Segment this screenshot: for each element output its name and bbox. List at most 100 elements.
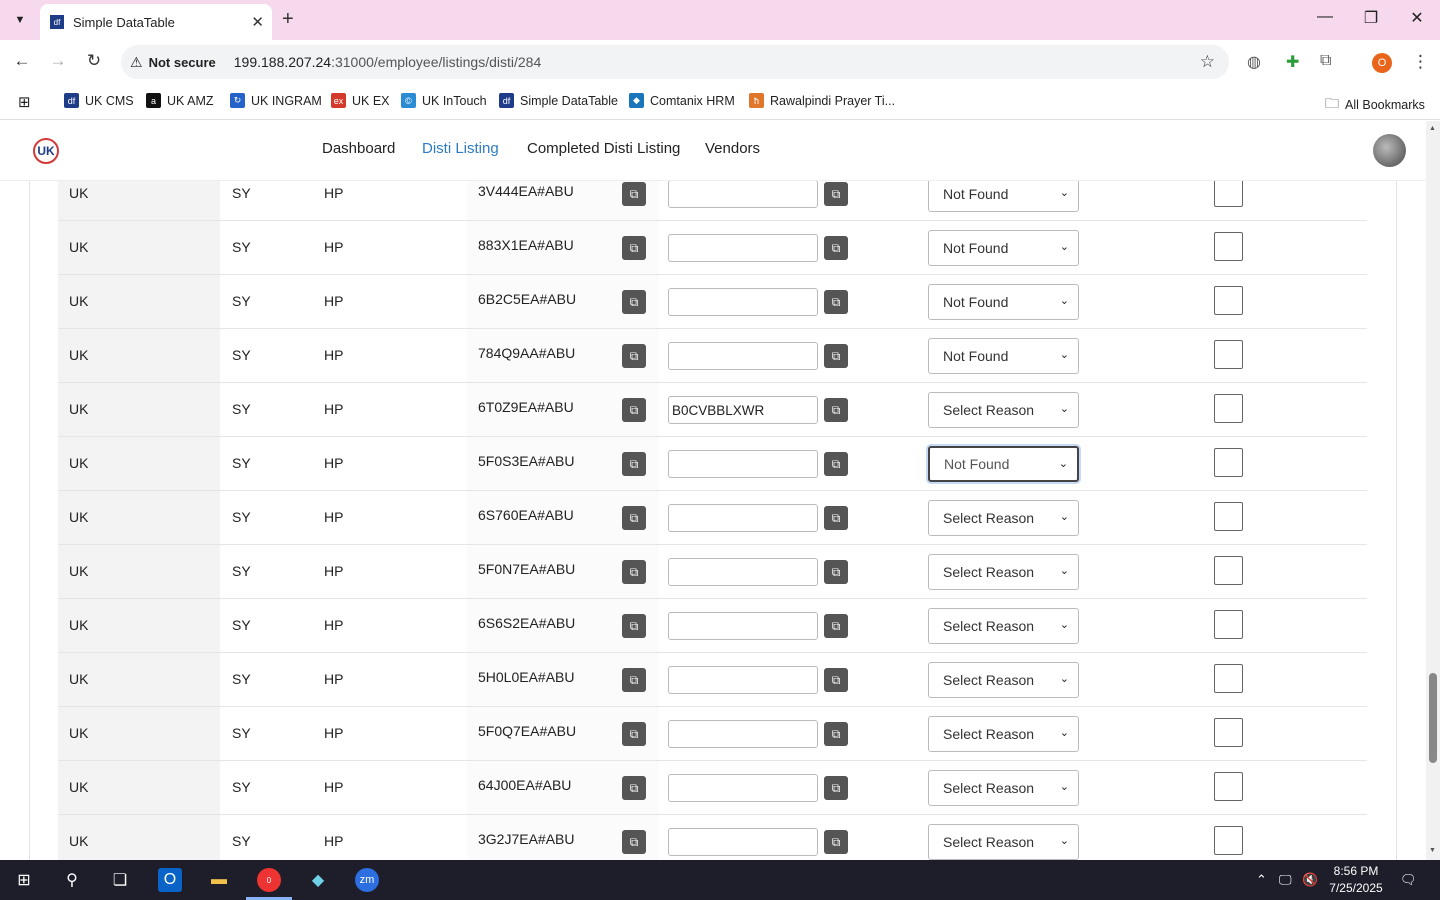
chrome-icon[interactable]: 0 — [257, 868, 281, 892]
row-checkbox[interactable] — [1214, 340, 1243, 369]
copy-sku-button[interactable]: ⧉ — [622, 722, 646, 746]
maximize-icon[interactable]: ❐ — [1356, 8, 1386, 28]
scrollbar-thumb[interactable] — [1429, 673, 1437, 763]
bookmark-item[interactable]: df Simple DataTable — [499, 93, 618, 108]
tab-close-icon[interactable]: ✕ — [251, 13, 264, 31]
paste-asin-button[interactable]: ⧉ — [824, 344, 848, 368]
back-arrow-icon[interactable]: ← — [9, 51, 35, 71]
bookmark-item[interactable]: © UK InTouch — [401, 93, 487, 108]
asin-input[interactable] — [668, 234, 818, 262]
paste-asin-button[interactable]: ⧉ — [824, 506, 848, 530]
page-scrollbar[interactable]: ▲ ▼ — [1426, 121, 1440, 860]
copy-sku-button[interactable]: ⧉ — [622, 398, 646, 422]
row-checkbox[interactable] — [1214, 181, 1243, 207]
asin-input[interactable] — [668, 612, 818, 640]
browser-tab[interactable]: df Simple DataTable ✕ — [40, 4, 272, 40]
row-checkbox[interactable] — [1214, 610, 1243, 639]
copy-sku-button[interactable]: ⧉ — [622, 668, 646, 692]
bookmark-item[interactable]: ex UK EX — [331, 93, 390, 108]
reason-select[interactable]: Select Reason ⌄ — [928, 608, 1079, 644]
copy-sku-button[interactable]: ⧉ — [622, 452, 646, 476]
copy-sku-button[interactable]: ⧉ — [622, 236, 646, 260]
reason-select[interactable]: Select Reason ⌄ — [928, 554, 1079, 590]
paste-asin-button[interactable]: ⧉ — [824, 776, 848, 800]
row-checkbox[interactable] — [1214, 826, 1243, 855]
tab-search-chevron-icon[interactable]: ▼ — [6, 8, 34, 32]
system-clock[interactable]: 8:56 PM 7/25/2025 — [1326, 863, 1386, 897]
nav-completed-disti-listing[interactable]: Completed Disti Listing — [527, 140, 680, 157]
copy-sku-button[interactable]: ⧉ — [622, 182, 646, 206]
paste-asin-button[interactable]: ⧉ — [824, 236, 848, 260]
scroll-down-arrow-icon[interactable]: ▼ — [1429, 847, 1436, 854]
reason-select[interactable]: Select Reason ⌄ — [928, 716, 1079, 752]
row-checkbox[interactable] — [1214, 286, 1243, 315]
row-checkbox[interactable] — [1214, 556, 1243, 585]
globe-extension-icon[interactable]: ◍ — [1247, 52, 1261, 72]
new-tab-icon[interactable]: + — [282, 8, 294, 31]
plus-extension-icon[interactable]: ✚ — [1286, 52, 1299, 72]
reason-select[interactable]: Select Reason ⌄ — [928, 770, 1079, 806]
reason-select[interactable]: Not Found ⌄ — [928, 338, 1079, 374]
row-checkbox[interactable] — [1214, 664, 1243, 693]
diamond-app-icon[interactable]: ◆ — [306, 868, 330, 892]
paste-asin-button[interactable]: ⧉ — [824, 290, 848, 314]
paste-asin-button[interactable]: ⧉ — [824, 398, 848, 422]
copy-sku-button[interactable]: ⧉ — [622, 344, 646, 368]
paste-asin-button[interactable]: ⧉ — [824, 668, 848, 692]
reason-select[interactable]: Not Found ⌄ — [928, 446, 1079, 482]
asin-input[interactable]: B0CVBBLXWR — [668, 396, 818, 424]
profile-avatar[interactable]: O — [1372, 53, 1392, 73]
zoom-icon[interactable]: zm — [355, 868, 379, 892]
asin-input[interactable] — [668, 774, 818, 802]
bookmark-item[interactable]: ↻ UK INGRAM — [230, 93, 322, 108]
bookmark-item[interactable]: ◆ Comtanix HRM — [629, 93, 735, 108]
paste-asin-button[interactable]: ⧉ — [824, 830, 848, 854]
paste-asin-button[interactable]: ⧉ — [824, 614, 848, 638]
row-checkbox[interactable] — [1214, 502, 1243, 531]
copy-sku-button[interactable]: ⧉ — [622, 614, 646, 638]
reason-select[interactable]: Not Found ⌄ — [928, 181, 1079, 212]
asin-input[interactable] — [668, 666, 818, 694]
asin-input[interactable] — [668, 720, 818, 748]
file-explorer-icon[interactable]: ▬ — [207, 868, 231, 892]
nav-dashboard[interactable]: Dashboard — [322, 140, 395, 157]
search-icon[interactable]: ⚲ — [60, 868, 84, 892]
bookmark-item[interactable]: df UK CMS — [64, 93, 134, 108]
windows-start-icon[interactable]: ⊞ — [12, 868, 36, 892]
forward-arrow-icon[interactable]: → — [45, 51, 71, 71]
asin-input[interactable] — [668, 450, 818, 478]
paste-asin-button[interactable]: ⧉ — [824, 722, 848, 746]
reload-icon[interactable]: ↻ — [81, 51, 107, 71]
asin-input[interactable] — [668, 288, 818, 316]
bookmark-item[interactable]: ħ Rawalpindi Prayer Ti... — [749, 93, 895, 108]
address-bar[interactable]: ⚠ Not secure 199.188.207.24:31000/employ… — [121, 45, 1229, 79]
paste-asin-button[interactable]: ⧉ — [824, 560, 848, 584]
bookmark-star-icon[interactable]: ☆ — [1200, 52, 1215, 72]
asin-input[interactable] — [668, 181, 818, 208]
bookmark-item[interactable]: a UK AMZ — [146, 93, 214, 108]
tray-chevron-icon[interactable]: ⌃ — [1256, 872, 1267, 888]
nav-vendors[interactable]: Vendors — [705, 140, 760, 157]
reason-select[interactable]: Not Found ⌄ — [928, 230, 1079, 266]
row-checkbox[interactable] — [1214, 772, 1243, 801]
row-checkbox[interactable] — [1214, 448, 1243, 477]
asin-input[interactable] — [668, 504, 818, 532]
copy-sku-button[interactable]: ⧉ — [622, 776, 646, 800]
reason-select[interactable]: Select Reason ⌄ — [928, 392, 1079, 428]
notifications-icon[interactable]: 🗨 — [1400, 872, 1417, 888]
apps-grid-icon[interactable]: ⊞ — [18, 93, 31, 111]
copy-sku-button[interactable]: ⧉ — [622, 506, 646, 530]
window-close-icon[interactable]: ✕ — [1402, 8, 1432, 28]
nav-disti-listing[interactable]: Disti Listing — [422, 140, 499, 157]
reason-select[interactable]: Select Reason ⌄ — [928, 662, 1079, 698]
task-view-icon[interactable]: ❏ — [108, 868, 132, 892]
asin-input[interactable] — [668, 558, 818, 586]
copy-sku-button[interactable]: ⧉ — [622, 830, 646, 854]
network-icon[interactable]: 🖵 — [1279, 872, 1292, 888]
minimize-icon[interactable]: — — [1310, 8, 1340, 26]
volume-mute-icon[interactable]: 🔇 — [1302, 872, 1318, 888]
browser-menu-icon[interactable]: ⋮ — [1412, 52, 1429, 72]
row-checkbox[interactable] — [1214, 718, 1243, 747]
all-bookmarks[interactable]: 🗀 All Bookmarks — [1325, 93, 1425, 117]
copy-sku-button[interactable]: ⧉ — [622, 560, 646, 584]
